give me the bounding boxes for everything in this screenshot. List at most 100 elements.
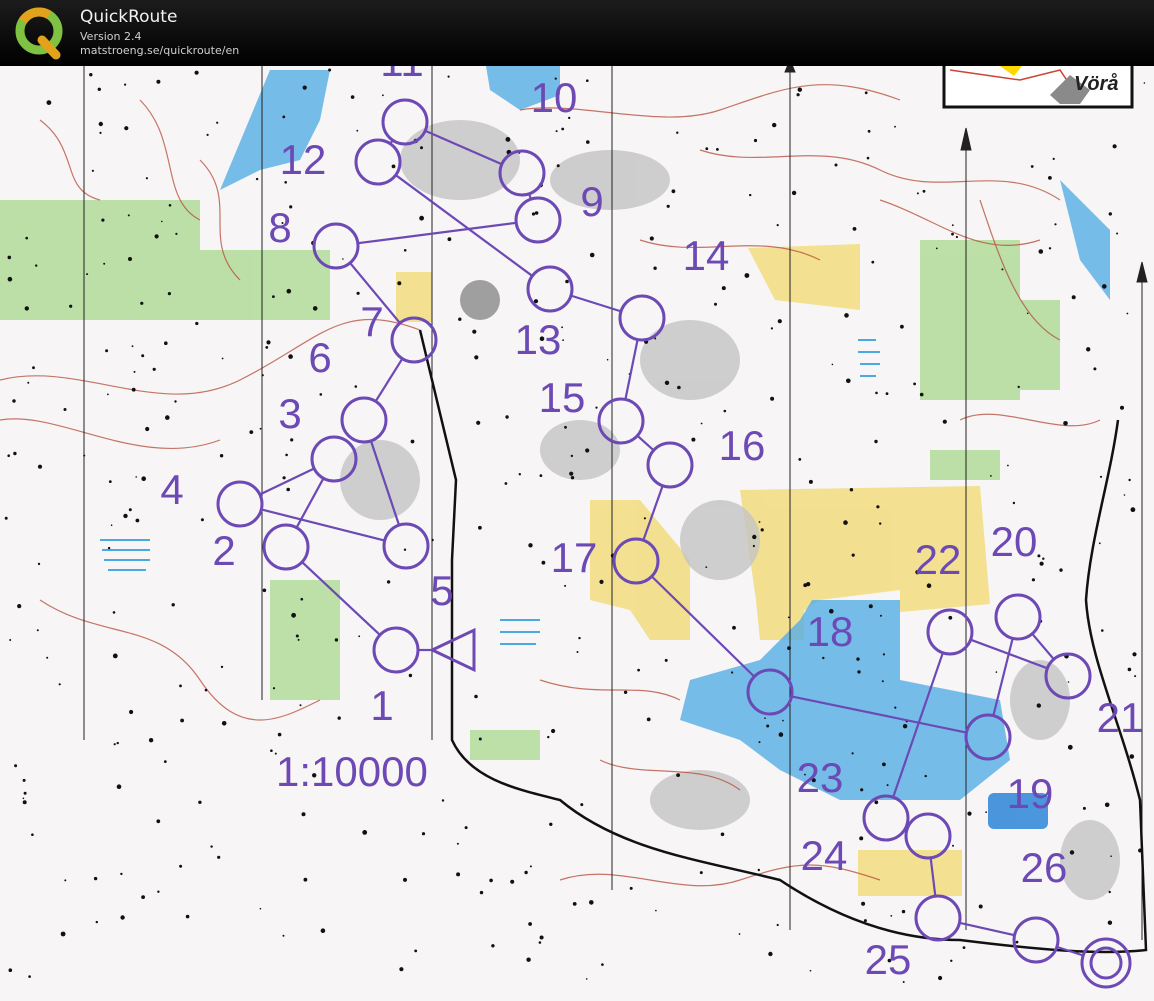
boulder-dot xyxy=(312,306,318,311)
boulder-dot xyxy=(107,546,111,550)
boulder-dot xyxy=(758,741,761,744)
boulder-dot xyxy=(1031,578,1035,582)
boulder-dot xyxy=(221,357,224,360)
boulder-dot xyxy=(1130,507,1136,513)
boulder-dot xyxy=(843,520,848,525)
boulder-dot xyxy=(319,393,323,396)
boulder-dot xyxy=(456,842,459,845)
boulder-dot xyxy=(95,920,99,924)
boulder-dot xyxy=(98,121,104,127)
boulder-dot xyxy=(17,604,22,609)
boulder-dot xyxy=(1067,681,1070,683)
boulder-dot xyxy=(653,266,657,270)
boulder-dot xyxy=(120,872,123,876)
boulder-dot xyxy=(1108,212,1113,216)
boulder-dot xyxy=(1108,890,1111,894)
boulder-dot xyxy=(1138,848,1143,853)
boulder-dot xyxy=(951,232,954,236)
boulder-dot xyxy=(478,737,482,741)
boulder-dot xyxy=(12,399,16,403)
boulder-dot xyxy=(489,878,493,883)
boulder-dot xyxy=(881,680,884,683)
boulder-dot xyxy=(859,836,864,841)
boulder-dot xyxy=(63,408,67,411)
control-number: 19 xyxy=(1007,770,1054,817)
boulder-dot xyxy=(1101,629,1104,632)
boulder-dot xyxy=(1098,542,1101,545)
boulder-dot xyxy=(846,378,851,384)
boulder-dot xyxy=(776,224,779,227)
boulder-dot xyxy=(1067,744,1073,750)
boulder-dot xyxy=(797,87,802,92)
boulder-dot xyxy=(990,475,992,477)
app-name: QuickRoute xyxy=(80,7,178,27)
boulder-dot xyxy=(249,430,254,434)
boulder-dot xyxy=(770,327,774,330)
boulder-dot xyxy=(1086,347,1091,352)
boulder-dot xyxy=(1001,268,1004,271)
boulder-dot xyxy=(1026,312,1029,315)
boulder-dot xyxy=(531,212,536,216)
boulder-dot xyxy=(871,260,875,264)
boulder-dot xyxy=(738,933,741,935)
app-url[interactable]: matstroeng.se/quickroute/en xyxy=(80,44,239,57)
map-canvas[interactable]: Vörå 1:10000 123456789101112131415161718… xyxy=(0,66,1154,1001)
boulder-dot xyxy=(362,830,368,835)
boulder-dot xyxy=(46,656,49,659)
boulder-dot xyxy=(787,646,791,650)
boulder-dot xyxy=(894,125,896,128)
control-number: 25 xyxy=(865,936,912,983)
boulder-dot xyxy=(1112,144,1117,149)
boulder-dot xyxy=(524,870,528,875)
boulder-dot xyxy=(526,957,531,962)
boulder-dot xyxy=(561,127,565,131)
boulder-dot xyxy=(217,855,221,859)
boulder-dot xyxy=(145,426,150,432)
boulder-dot xyxy=(22,797,25,800)
boulder-dot xyxy=(414,949,418,953)
boulder-dot xyxy=(1134,675,1137,678)
boulder-dot xyxy=(1048,176,1052,180)
boulder-dot xyxy=(282,115,286,119)
boulder-dot xyxy=(864,91,868,95)
boulder-dot xyxy=(356,129,359,132)
boulder-dot xyxy=(156,819,161,824)
control-number: 26 xyxy=(1021,844,1068,891)
boulder-dot xyxy=(1071,295,1076,300)
boulder-dot xyxy=(778,732,784,737)
boulder-dot xyxy=(714,302,717,306)
boulder-dot xyxy=(882,653,886,656)
boulder-dot xyxy=(386,580,391,584)
boulder-dot xyxy=(37,562,41,566)
boulder-dot xyxy=(476,420,481,425)
control-number: 2 xyxy=(212,527,235,574)
boulder-dot xyxy=(7,454,10,458)
boulder-dot xyxy=(595,406,598,409)
boulder-dot xyxy=(856,657,860,661)
boulder-dot xyxy=(25,236,29,240)
boulder-dot xyxy=(1126,312,1129,315)
boulder-dot xyxy=(7,255,12,260)
boulder-dot xyxy=(141,354,145,358)
boulder-dot xyxy=(128,508,132,512)
boulder-dot xyxy=(885,392,889,395)
boulder-dot xyxy=(167,292,171,296)
boulder-dot xyxy=(83,454,86,457)
boulder-dot xyxy=(168,204,172,207)
boulder-dot xyxy=(291,612,296,618)
scale-label: 1:10000 xyxy=(276,748,428,795)
boulder-dot xyxy=(749,193,752,197)
boulder-dot xyxy=(646,717,651,722)
boulder-dot xyxy=(510,879,515,884)
boulder-dot xyxy=(37,464,43,469)
boulder-dot xyxy=(962,946,966,949)
boulder-dot xyxy=(732,625,736,630)
boulder-dot xyxy=(874,800,879,805)
boulder-dot xyxy=(1042,557,1045,560)
boulder-dot xyxy=(676,773,680,777)
boulder-dot xyxy=(876,505,880,509)
boulder-dot xyxy=(564,425,567,429)
boulder-dot xyxy=(133,370,136,373)
boulder-dot xyxy=(539,474,543,477)
orienteering-map[interactable]: Vörå 1:10000 123456789101112131415161718… xyxy=(0,66,1154,1001)
